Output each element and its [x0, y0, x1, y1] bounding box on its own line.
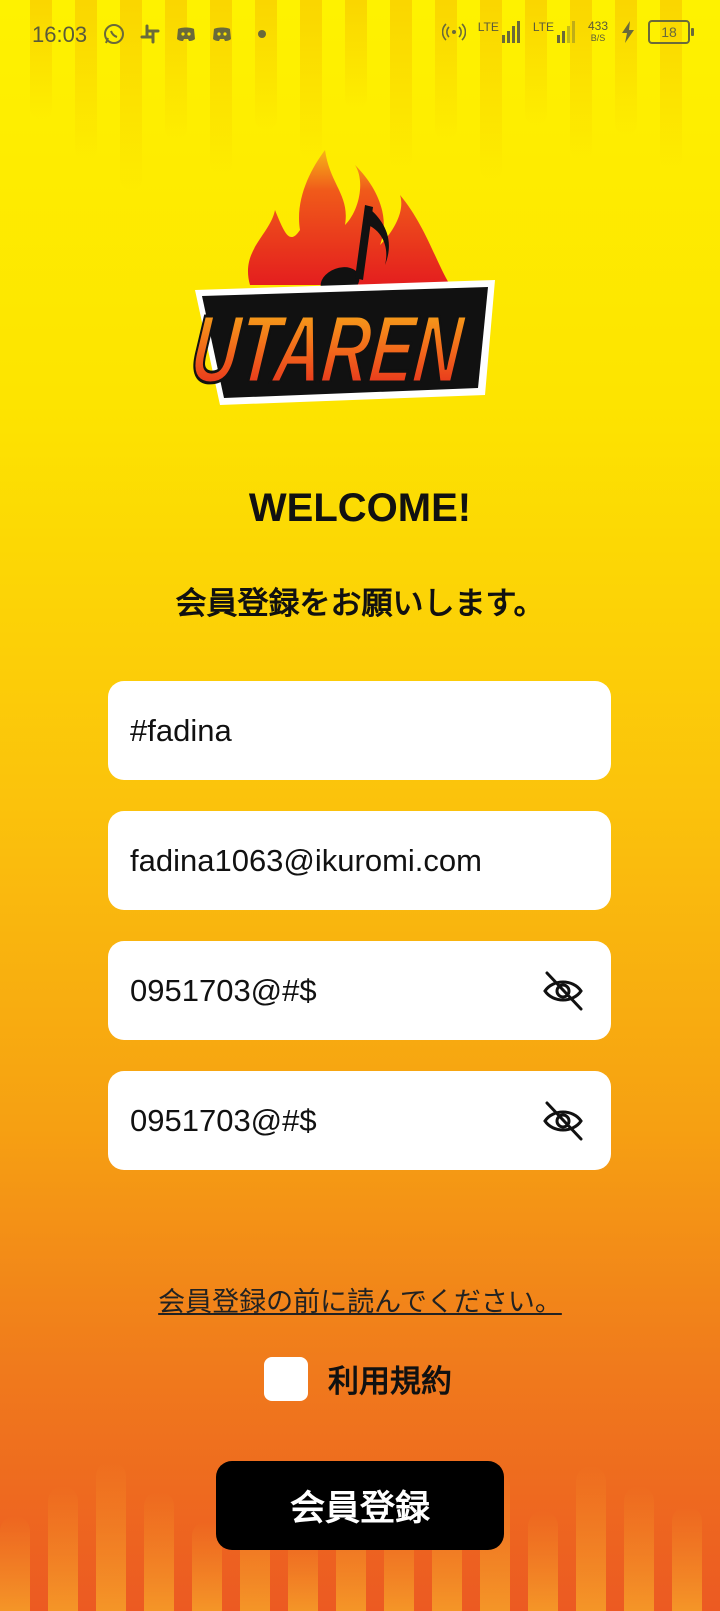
- discord-icon: [213, 27, 231, 41]
- network-label-1: LTE: [477, 20, 499, 34]
- hotspot-icon: [441, 23, 466, 41]
- signal-1: LTE: [478, 21, 521, 43]
- charging-icon: [622, 21, 634, 43]
- discord-icon: [177, 27, 195, 41]
- toggle-password-visibility-icon[interactable]: [541, 969, 585, 1013]
- battery-icon: 18: [648, 20, 694, 44]
- registration-subtitle: 会員登録をお願いします。: [175, 586, 545, 622]
- status-bar: 16:03 LTE LTE 433 B/S 18: [0, 0, 720, 72]
- slack-icon: [140, 24, 160, 44]
- system-icons: LTE LTE 433 B/S 18: [441, 20, 694, 44]
- confirm-password-input[interactable]: [128, 1101, 512, 1140]
- notification-icons: [102, 22, 266, 46]
- signal-2: LTE: [533, 21, 576, 43]
- toggle-confirm-password-visibility-icon[interactable]: [541, 1099, 585, 1143]
- signal-bars-icon: [501, 21, 520, 43]
- whatsapp-icon: [104, 24, 124, 44]
- confirm-password-field[interactable]: [108, 1071, 611, 1170]
- welcome-heading: WELCOME!: [248, 486, 472, 530]
- speed-unit: B/S: [590, 33, 606, 43]
- register-button[interactable]: 会員登録: [216, 1461, 504, 1550]
- utaren-logo: UTAREN: [190, 150, 495, 405]
- terms-row: 利用規約: [264, 1356, 452, 1401]
- more-notifications-dot: [258, 30, 266, 38]
- notice-link-row: 会員登録の前に読んでください。: [0, 1280, 720, 1319]
- email-field[interactable]: [108, 811, 611, 910]
- status-time: 16:03: [32, 22, 88, 47]
- password-input[interactable]: [128, 971, 512, 1010]
- network-label-2: LTE: [532, 20, 554, 34]
- signal-bars-icon: [556, 21, 575, 43]
- username-input[interactable]: [128, 711, 512, 750]
- terms-checkbox[interactable]: [264, 1356, 308, 1401]
- username-field[interactable]: [108, 681, 611, 780]
- email-input[interactable]: [128, 841, 592, 880]
- password-field[interactable]: [108, 941, 611, 1040]
- battery-level: 18: [661, 24, 677, 40]
- read-before-register-link[interactable]: 会員登録の前に読んでください。: [158, 1287, 562, 1318]
- terms-label[interactable]: 利用規約: [328, 1356, 452, 1401]
- speed-value: 433: [587, 19, 608, 33]
- network-speed: 433 B/S: [588, 20, 608, 44]
- logo-text: UTAREN: [190, 296, 469, 403]
